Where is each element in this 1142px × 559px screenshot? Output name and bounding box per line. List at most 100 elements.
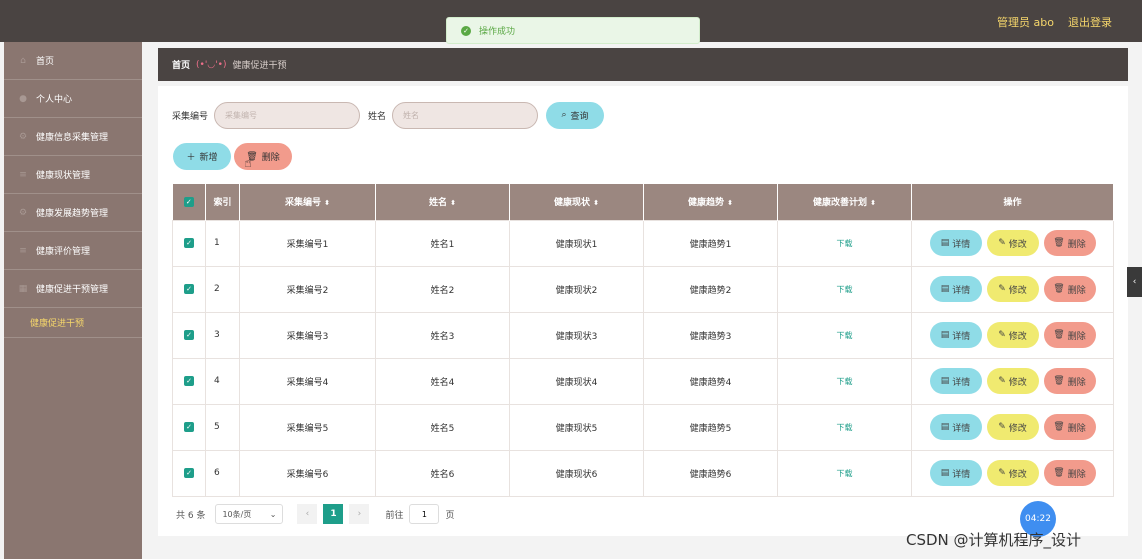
col-status[interactable]: 健康现状 ⬍ <box>509 184 644 220</box>
detail-button[interactable]: ▤ 详情 <box>929 368 982 394</box>
detail-button[interactable]: ▤ 详情 <box>929 460 982 486</box>
row-checkbox[interactable]: ✓ <box>172 265 206 313</box>
cell-plan: 下载 <box>777 219 912 267</box>
table-header-row: ✓ 索引 采集编号 ⬍ 姓名 ⬍ 健康现状 ⬍ 健康趋势 ⬍ 健康改善计划 ⬍ 操作 <box>172 184 1114 220</box>
download-link[interactable]: 下载 <box>837 423 853 432</box>
delete-button[interactable]: 🗑 删除 <box>1043 460 1096 486</box>
add-button[interactable]: ＋新增 <box>173 143 231 170</box>
edit-button[interactable]: ✎ 修改 <box>986 368 1039 394</box>
row-checkbox[interactable]: ✓ <box>172 219 206 267</box>
cell-index: 4 <box>205 357 240 405</box>
row-checkbox[interactable]: ✓ <box>172 449 206 497</box>
download-link[interactable]: 下载 <box>837 469 853 478</box>
sort-icon: ⬍ <box>727 199 733 208</box>
list-icon: ≡ <box>19 245 27 256</box>
edit-button[interactable]: ✎ 修改 <box>986 414 1039 440</box>
delete-button[interactable]: 🗑 删除 <box>1043 414 1096 440</box>
trash-icon: 🗑 <box>1053 284 1065 294</box>
table-row: ✓ 2 采集编号2 姓名2 健康现状2 健康趋势2 下载 ▤ 详情 ✎ 修改 🗑 删除 <box>172 265 1114 313</box>
trash-icon: 🗑 <box>1053 376 1065 386</box>
pencil-icon: ✎ <box>998 422 1006 432</box>
sidebar-item-home[interactable]: ⌂ 首页 <box>4 42 142 80</box>
main-content: 采集编号 姓名 ⌕查询 ＋新增 🗑删除 ☝ ✓ 索引 采集编号⬍ 姓名⬍ 健康现… <box>158 86 1128 536</box>
sidebar-item-intervention[interactable]: ▦ 健康促进干预管理 <box>4 270 142 308</box>
cell-ops: ▤ 详情 ✎ 修改 🗑 删除 <box>911 357 1114 405</box>
cell-index: 2 <box>205 265 240 313</box>
check-icon: ✓ <box>184 284 194 295</box>
code-label: 采集编号 <box>172 111 209 122</box>
current-user: 管理员 abo <box>997 16 1054 29</box>
sidebar-item-trend[interactable]: ⚙ 健康发展趋势管理 <box>4 194 142 232</box>
select-all-checkbox[interactable]: ✓ <box>172 184 206 220</box>
cell-ops: ▤ 详情 ✎ 修改 🗑 删除 <box>911 311 1114 359</box>
prev-page-button[interactable]: ‹ <box>297 504 318 524</box>
cell-name: 姓名3 <box>375 311 510 359</box>
batch-delete-button[interactable]: 🗑 删除 <box>234 143 292 170</box>
cell-name: 姓名5 <box>375 403 510 451</box>
logout-link[interactable]: 退出登录 <box>1068 14 1112 30</box>
delete-button[interactable]: 🗑 删除 <box>1043 368 1096 394</box>
row-checkbox[interactable]: ✓ <box>172 311 206 359</box>
table-row: ✓ 5 采集编号5 姓名5 健康现状5 健康趋势5 下载 ▤ 详情 ✎ 修改 🗑 删除 <box>172 403 1114 451</box>
page-size-select[interactable]: 10条/页 ⌄ <box>215 504 284 524</box>
goto-page-input[interactable] <box>409 504 440 524</box>
breadcrumb: 首页 (•'◡'•) 健康促进干预 <box>158 48 1128 81</box>
delete-button[interactable]: 🗑 删除 <box>1043 322 1096 348</box>
chevron-right-icon: › <box>357 509 362 519</box>
sidebar-item-profile[interactable]: ● 个人中心 <box>4 80 142 118</box>
edit-button[interactable]: ✎ 修改 <box>986 276 1039 302</box>
detail-button[interactable]: ▤ 详情 <box>929 276 982 302</box>
cell-status: 健康现状6 <box>509 449 644 497</box>
cell-plan: 下载 <box>777 403 912 451</box>
edit-button[interactable]: ✎ 修改 <box>986 322 1039 348</box>
collapse-tab[interactable]: ‹ <box>1127 267 1142 297</box>
sidebar-item-info-collection[interactable]: ⚙ 健康信息采集管理 <box>4 118 142 156</box>
detail-button[interactable]: ▤ 详情 <box>929 414 982 440</box>
detail-button[interactable]: ▤ 详情 <box>929 230 982 256</box>
col-plan[interactable]: 健康改善计划 ⬍ <box>777 184 912 220</box>
col-name[interactable]: 姓名 ⬍ <box>375 184 510 220</box>
trash-icon: 🗑 <box>1053 330 1065 340</box>
next-page-button[interactable]: › <box>349 504 370 524</box>
cell-code: 采集编号6 <box>239 449 376 497</box>
row-checkbox[interactable]: ✓ <box>172 357 206 405</box>
cell-name: 姓名4 <box>375 357 510 405</box>
cell-ops: ▤ 详情 ✎ 修改 🗑 删除 <box>911 449 1114 497</box>
code-search-input[interactable] <box>214 101 361 129</box>
table-row: ✓ 1 采集编号1 姓名1 健康现状1 健康趋势1 下载 ▤ 详情 ✎ 修改 🗑 删除 <box>172 219 1114 267</box>
cell-plan: 下载 <box>777 357 912 405</box>
col-code[interactable]: 采集编号 ⬍ <box>239 184 376 220</box>
document-icon: ▤ <box>940 468 950 478</box>
cell-index: 6 <box>205 449 240 497</box>
chevron-left-icon: ‹ <box>1132 277 1137 287</box>
edit-button[interactable]: ✎ 修改 <box>986 230 1039 256</box>
cell-plan: 下载 <box>777 311 912 359</box>
col-trend[interactable]: 健康趋势 ⬍ <box>643 184 778 220</box>
cell-code: 采集编号3 <box>239 311 376 359</box>
edit-button[interactable]: ✎ 修改 <box>986 460 1039 486</box>
sort-icon: ⬍ <box>450 199 456 208</box>
delete-button[interactable]: 🗑 删除 <box>1043 276 1096 302</box>
download-link[interactable]: 下载 <box>837 331 853 340</box>
row-checkbox[interactable]: ✓ <box>172 403 206 451</box>
page-number-current[interactable]: 1 <box>323 504 344 524</box>
sidebar-subitem-intervention[interactable]: 健康促进干预 <box>4 308 142 338</box>
cell-plan: 下载 <box>777 265 912 313</box>
delete-button[interactable]: 🗑 删除 <box>1043 230 1096 256</box>
download-link[interactable]: 下载 <box>837 285 853 294</box>
sidebar-item-status[interactable]: ≡ 健康现状管理 <box>4 156 142 194</box>
col-index: 索引 <box>205 184 240 220</box>
breadcrumb-home[interactable]: 首页 <box>172 58 190 71</box>
download-link[interactable]: 下载 <box>837 239 853 248</box>
sidebar-item-evaluation[interactable]: ≡ 健康评价管理 <box>4 232 142 270</box>
detail-button[interactable]: ▤ 详情 <box>929 322 982 348</box>
search-button[interactable]: ⌕ 查询 <box>546 101 605 129</box>
plus-icon: ＋ <box>186 153 196 163</box>
cell-name: 姓名1 <box>375 219 510 267</box>
document-icon: ▤ <box>940 376 950 386</box>
download-link[interactable]: 下载 <box>837 377 853 386</box>
total-count: 共 6 条 <box>176 510 206 521</box>
name-search-input[interactable] <box>392 101 539 129</box>
table-row: ✓ 6 采集编号6 姓名6 健康现状6 健康趋势6 下载 ▤ 详情 ✎ 修改 🗑 删除 <box>172 449 1114 497</box>
cell-index: 3 <box>205 311 240 359</box>
